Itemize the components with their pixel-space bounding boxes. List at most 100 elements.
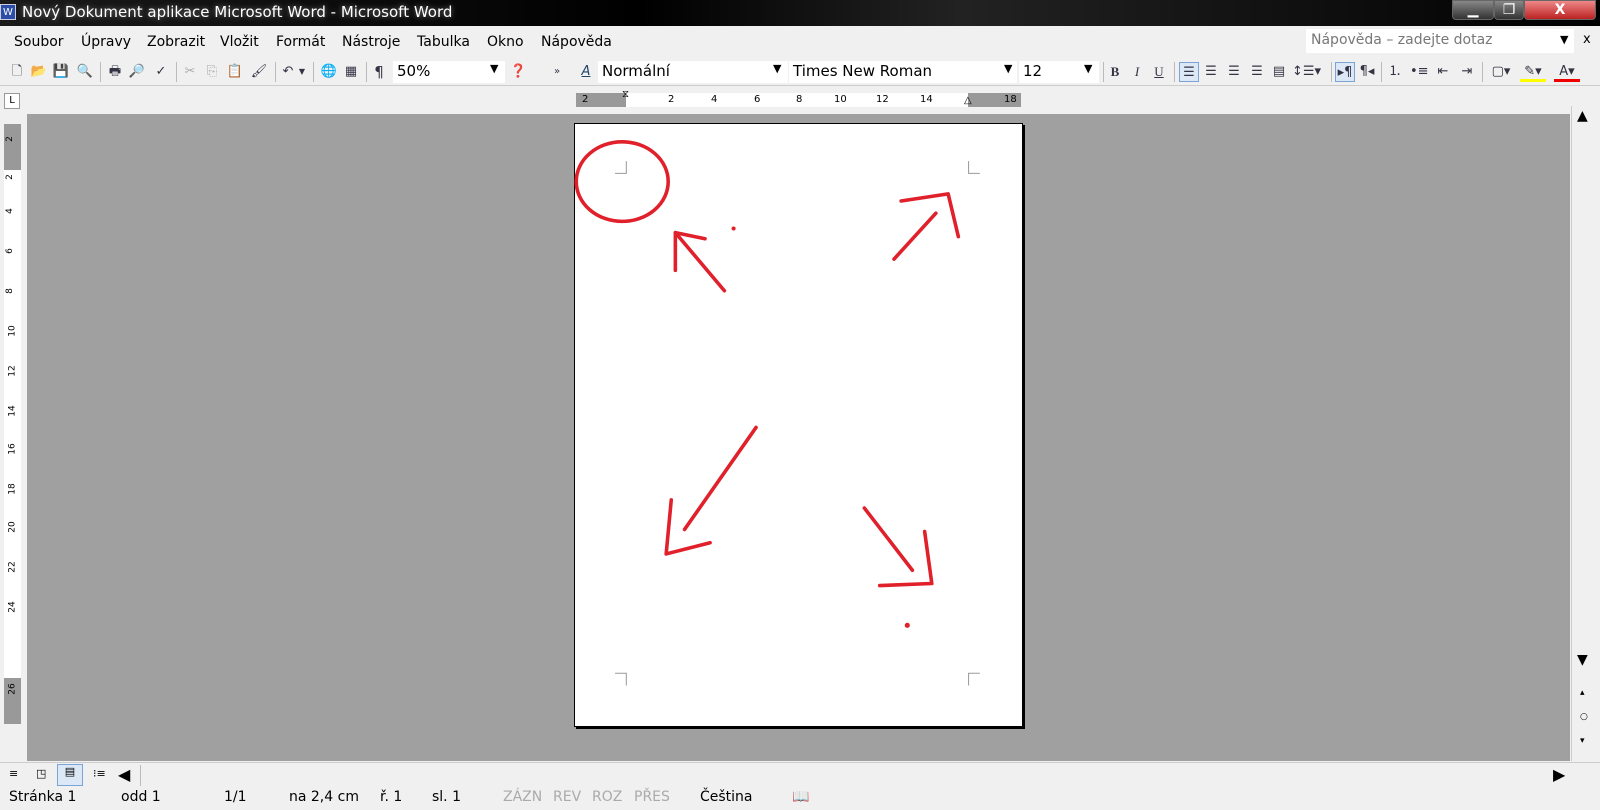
horizontal-scrollbar[interactable]	[140, 765, 1540, 786]
menu-okno[interactable]: Okno	[487, 34, 524, 50]
ruler-label: 4	[4, 208, 15, 214]
menu-upravy[interactable]: Úpravy	[81, 34, 131, 50]
style-combo[interactable]: Normální	[598, 61, 788, 83]
line-spacing-button[interactable]: ↕☰▾	[1292, 62, 1321, 82]
ruler-row: L 2 2 4 6 8 10 12 14 18 ⧖ △	[0, 88, 1600, 113]
close-button[interactable]: X	[1524, 0, 1596, 20]
spelling-status-icon[interactable]: 📖	[792, 789, 809, 805]
print-layout-view-icon[interactable]: ▤	[57, 764, 83, 786]
select-browse-object-icon[interactable]: ○	[1580, 712, 1588, 722]
zoom-dropdown-icon[interactable]: ▼	[490, 62, 498, 75]
scroll-left-icon[interactable]: ◀	[118, 765, 130, 784]
document-page[interactable]	[574, 123, 1023, 727]
ruler-label: 2	[4, 174, 15, 180]
copy-icon[interactable]: ⎘	[204, 62, 220, 82]
bullets-button[interactable]: •≡	[1410, 62, 1429, 82]
justify-button[interactable]: ☰	[1248, 62, 1266, 82]
cut-icon[interactable]: ✂	[182, 62, 198, 82]
help-icon[interactable]: ❓	[510, 62, 526, 82]
print-icon[interactable]: 🖶	[106, 62, 124, 82]
italic-button[interactable]: I	[1128, 62, 1146, 82]
close-help-button[interactable]: x	[1583, 32, 1591, 47]
distributed-button[interactable]: ▤	[1270, 62, 1288, 82]
toolbar-options-icon[interactable]: »	[552, 62, 562, 82]
font-dropdown-icon[interactable]: ▼	[1004, 62, 1012, 75]
ruler-label: 6	[4, 248, 15, 254]
font-combo[interactable]: Times New Roman	[789, 61, 1017, 83]
status-extend[interactable]: ROZ	[592, 789, 622, 805]
increase-indent-button[interactable]: ⇥	[1458, 62, 1476, 82]
undo-icon[interactable]: ↶	[280, 62, 296, 82]
zoom-combo[interactable]: 50%	[393, 61, 505, 83]
table-icon[interactable]: ▦	[342, 62, 360, 82]
ruler-label: 22	[7, 561, 18, 573]
style-dropdown-icon[interactable]: ▼	[773, 62, 781, 75]
normal-view-icon[interactable]: ≡	[9, 767, 18, 780]
right-indent-marker[interactable]: △	[964, 95, 972, 106]
align-right-button[interactable]: ☰	[1225, 62, 1243, 82]
menu-nastroje[interactable]: Nástroje	[342, 34, 400, 50]
scroll-down-icon[interactable]: ▼	[1577, 652, 1588, 668]
font-color-button[interactable]: A▾	[1554, 62, 1580, 82]
ruler-label: 2	[4, 136, 15, 142]
ruler-label: 14	[920, 94, 933, 105]
ruler-label: 16	[7, 443, 18, 455]
status-track-changes[interactable]: REV	[553, 789, 581, 805]
hyperlink-icon[interactable]: 🌐	[320, 62, 338, 82]
next-page-icon[interactable]: ▾	[1580, 736, 1585, 746]
menu-format[interactable]: Formát	[276, 34, 325, 50]
styles-icon[interactable]: A	[578, 62, 594, 82]
vertical-ruler[interactable]: 2 2 4 6 8 10 12 14 16 18 20 22 24 26	[4, 124, 21, 724]
permission-icon[interactable]: 🔍	[76, 62, 94, 82]
minimize-button[interactable]: ▁	[1452, 0, 1494, 20]
ruler-label: 2	[582, 94, 589, 105]
status-bar: Stránka 1 odd 1 1/1 na 2,4 cm ř. 1 sl. 1…	[0, 789, 1600, 810]
save-icon[interactable]: 💾	[52, 62, 70, 82]
paste-icon[interactable]: 📋	[226, 62, 244, 82]
ruler-label: 6	[754, 94, 761, 105]
indent-marker[interactable]: ⧖	[622, 89, 629, 100]
help-search-input[interactable]: Nápověda – zadejte dotaz	[1306, 29, 1574, 53]
numbering-button[interactable]: ⒈	[1386, 62, 1404, 82]
status-record-macro[interactable]: ZÁZN	[503, 789, 542, 805]
align-left-button[interactable]: ☰	[1179, 62, 1199, 82]
status-page: Stránka 1	[9, 789, 77, 805]
new-document-icon[interactable]: 🗋	[8, 62, 26, 82]
previous-page-icon[interactable]: ▴	[1580, 688, 1585, 698]
underline-button[interactable]: U	[1150, 62, 1168, 82]
vertical-scrollbar[interactable]: ▲ ▼ ▴ ○ ▾	[1571, 106, 1597, 761]
rtl-button[interactable]: ¶◂	[1358, 62, 1376, 82]
borders-button[interactable]: ▢▾	[1488, 62, 1514, 82]
restore-button[interactable]: ❐	[1494, 0, 1524, 20]
ruler-label: 10	[7, 325, 18, 337]
tab-selector[interactable]: L	[4, 93, 20, 109]
word-app-icon[interactable]: W	[0, 4, 16, 20]
menu-zobrazit[interactable]: Zobrazit	[147, 34, 205, 50]
status-language: Čeština	[700, 789, 753, 805]
menu-tabulka[interactable]: Tabulka	[417, 34, 470, 50]
scroll-up-icon[interactable]: ▲	[1577, 108, 1588, 124]
font-size-dropdown-icon[interactable]: ▼	[1084, 62, 1092, 75]
undo-dropdown-icon[interactable]: ▼	[297, 62, 307, 82]
help-dropdown-icon[interactable]: ▼	[1560, 33, 1568, 46]
ltr-button[interactable]: ▸¶	[1335, 62, 1355, 82]
scroll-right-icon[interactable]: ▶	[1553, 765, 1565, 784]
spelling-icon[interactable]: ✓	[152, 62, 170, 82]
show-formatting-icon[interactable]: ¶	[372, 62, 386, 82]
print-preview-icon[interactable]: 🔎	[128, 62, 146, 82]
bold-button[interactable]: B	[1106, 62, 1124, 82]
outline-view-icon[interactable]: ⁝≡	[93, 767, 106, 780]
ruler-label: 2	[668, 94, 675, 105]
status-overtype[interactable]: PŘES	[634, 789, 670, 805]
format-painter-icon[interactable]: 🖌	[250, 62, 268, 82]
menu-soubor[interactable]: Soubor	[14, 34, 64, 50]
highlight-button[interactable]: ✎▾	[1520, 62, 1546, 82]
decrease-indent-button[interactable]: ⇤	[1434, 62, 1452, 82]
menu-vlozit[interactable]: Vložit	[220, 34, 259, 50]
open-icon[interactable]: 📂	[30, 62, 48, 82]
status-position: na 2,4 cm	[289, 789, 359, 805]
horizontal-ruler[interactable]: 2 2 4 6 8 10 12 14 18 ⧖ △	[576, 89, 1021, 107]
align-center-button[interactable]: ☰	[1202, 62, 1220, 82]
web-view-icon[interactable]: ◳	[36, 767, 46, 780]
menu-napoveda[interactable]: Nápověda	[541, 34, 612, 50]
